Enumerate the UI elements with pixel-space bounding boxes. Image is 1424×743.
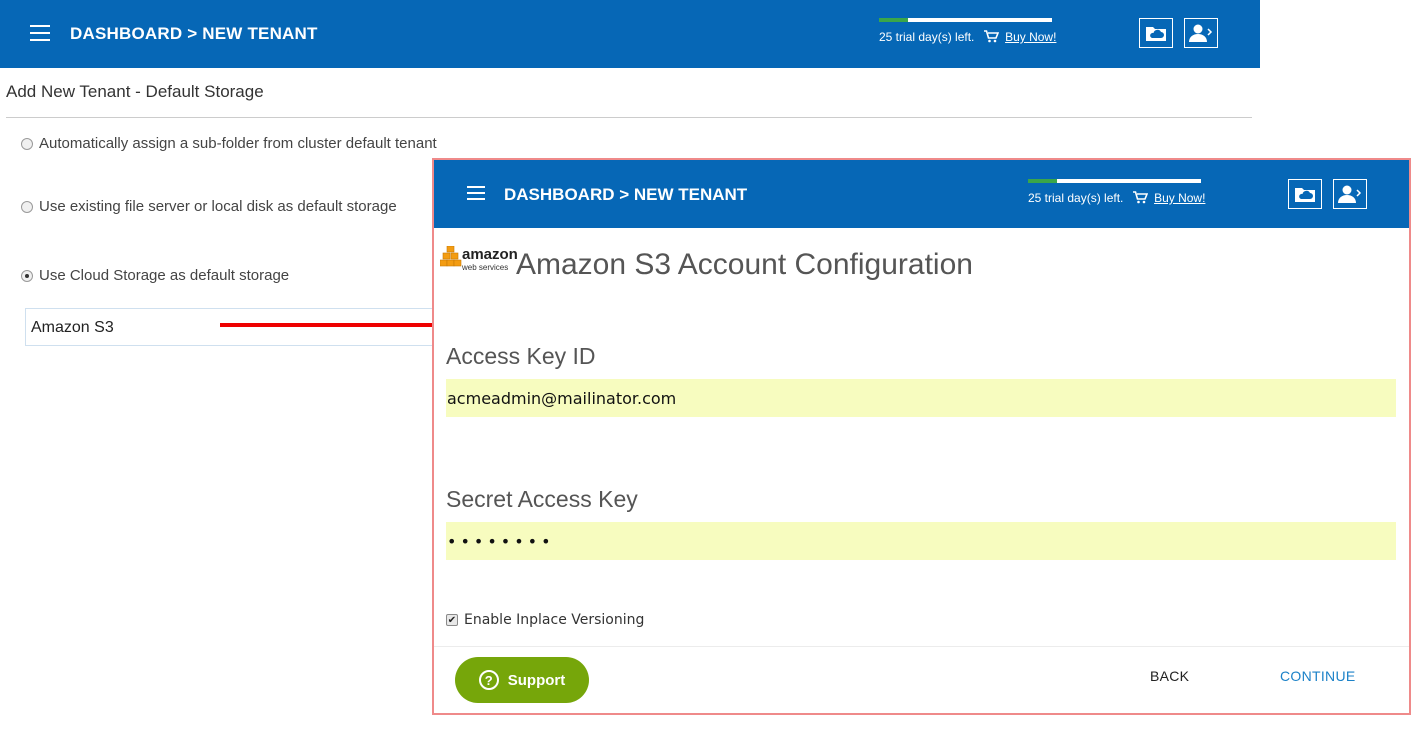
- cloud-folder-button[interactable]: [1139, 18, 1173, 48]
- user-logout-icon: [1338, 185, 1362, 203]
- secret-key-label: Secret Access Key: [446, 486, 638, 512]
- trial-progress-bar: [1028, 179, 1201, 183]
- trial-text: 25 trial day(s) left.: [1028, 191, 1124, 205]
- versioning-label: Enable Inplace Versioning: [464, 612, 645, 628]
- dialog-title: Amazon S3 Account Configuration: [516, 248, 973, 281]
- continue-button[interactable]: CONTINUE: [1280, 668, 1356, 684]
- cloud-folder-icon: [1295, 188, 1315, 202]
- support-button[interactable]: ? Support: [455, 657, 589, 703]
- footer-divider: [434, 646, 1409, 647]
- page-title: Add New Tenant - Default Storage: [6, 82, 264, 101]
- menu-icon[interactable]: [30, 25, 50, 43]
- secret-key-input[interactable]: ••••••••: [446, 522, 1396, 560]
- cart-icon: [1132, 191, 1148, 204]
- option-cloud-storage[interactable]: Use Cloud Storage as default storage: [21, 267, 289, 284]
- back-button[interactable]: BACK: [1150, 668, 1189, 684]
- user-logout-button[interactable]: [1333, 179, 1367, 209]
- user-logout-icon: [1189, 24, 1213, 42]
- option-label: Use existing file server or local disk a…: [39, 198, 397, 215]
- support-label: Support: [507, 671, 566, 689]
- breadcrumb: DASHBOARD > NEW TENANT: [70, 24, 318, 43]
- logo-word: amazon: [462, 246, 518, 263]
- logo-sub: web services: [462, 263, 509, 272]
- access-key-label: Access Key ID: [446, 343, 596, 369]
- option-auto-subfolder[interactable]: Automatically assign a sub-folder from c…: [21, 135, 437, 152]
- buy-now-link[interactable]: Buy Now!: [1005, 30, 1056, 44]
- trial-text: 25 trial day(s) left.: [879, 30, 975, 44]
- menu-icon[interactable]: [467, 186, 485, 202]
- versioning-checkbox[interactable]: ✔: [446, 614, 458, 626]
- top-header: DASHBOARD > NEW TENANT 25 trial day(s) l…: [0, 0, 1260, 68]
- cart-icon: [983, 30, 999, 43]
- trial-status: 25 trial day(s) left. Buy Now!: [1028, 179, 1205, 209]
- trial-progress-bar: [879, 18, 1052, 22]
- amazon-logo-icon: amazon web services: [440, 244, 518, 274]
- option-label: Automatically assign a sub-folder from c…: [39, 135, 437, 152]
- user-logout-button[interactable]: [1184, 18, 1218, 48]
- divider: [6, 117, 1252, 118]
- breadcrumb: DASHBOARD > NEW TENANT: [504, 185, 748, 204]
- s3-config-panel: DASHBOARD > NEW TENANT 25 trial day(s) l…: [432, 158, 1411, 715]
- versioning-option[interactable]: ✔ Enable Inplace Versioning: [446, 612, 644, 628]
- radio-cloud-storage[interactable]: [21, 269, 33, 282]
- radio-file-server[interactable]: [21, 200, 33, 213]
- option-file-server[interactable]: Use existing file server or local disk a…: [21, 198, 397, 215]
- radio-auto-subfolder[interactable]: [21, 137, 33, 150]
- panel-header: DASHBOARD > NEW TENANT 25 trial day(s) l…: [434, 160, 1409, 228]
- cloud-folder-icon: [1146, 27, 1166, 41]
- buy-now-link[interactable]: Buy Now!: [1154, 191, 1205, 205]
- help-circle-icon: ?: [478, 670, 499, 690]
- option-label: Use Cloud Storage as default storage: [39, 267, 290, 284]
- cloud-folder-button[interactable]: [1288, 179, 1322, 209]
- trial-status: 25 trial day(s) left. Buy Now!: [879, 18, 1056, 48]
- access-key-input[interactable]: acmeadmin@mailinator.com: [446, 379, 1396, 417]
